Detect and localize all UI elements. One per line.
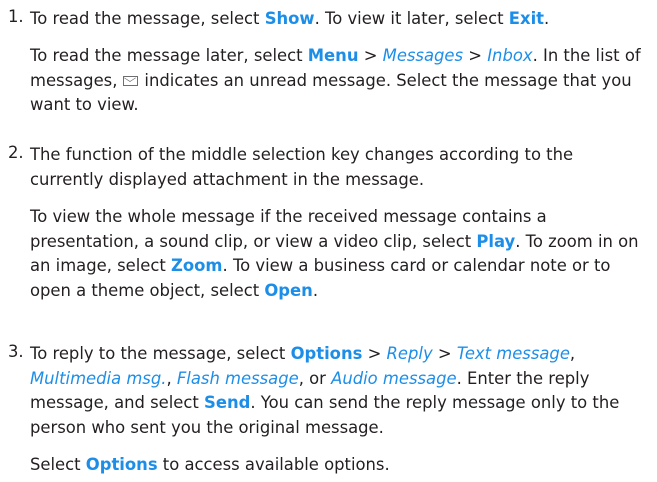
step-number: 3. bbox=[8, 342, 24, 361]
menu-path-audio: Audio message bbox=[331, 368, 457, 388]
manual-page: 1. To read the message, select Show. To … bbox=[0, 0, 657, 482]
step-number: 1. bbox=[8, 7, 24, 26]
menu-path-reply: Reply bbox=[386, 344, 433, 363]
softkey-menu: Menu bbox=[307, 46, 359, 65]
softkey-zoom: Zoom bbox=[171, 256, 223, 276]
step-number: 2. bbox=[8, 143, 24, 162]
menu-path-inbox: Inbox bbox=[487, 46, 533, 65]
menu-path-multimedia: Multimedia msg. bbox=[30, 368, 167, 388]
softkey-open: Open bbox=[264, 280, 313, 300]
menu-path-messages: Messages bbox=[382, 46, 464, 65]
unread-envelope-icon bbox=[123, 75, 139, 86]
menu-path-text-message: Text message bbox=[456, 344, 570, 363]
softkey-options: Options bbox=[290, 344, 363, 363]
softkey-exit: Exit bbox=[508, 9, 545, 28]
step-3-detail: Select Options to access available optio… bbox=[30, 455, 390, 474]
step-1-instruction: To read the message, select Show. To vie… bbox=[30, 9, 550, 28]
step-2-instruction: The function of the middle selection key… bbox=[30, 145, 574, 189]
softkey-play: Play bbox=[476, 231, 516, 251]
softkey-show: Show bbox=[264, 9, 315, 28]
step-2-detail: To view the whole message if the receive… bbox=[30, 207, 639, 300]
step-3-instruction: To reply to the message, select Options … bbox=[30, 344, 620, 437]
softkey-options: Options bbox=[85, 455, 158, 474]
step-1-detail: To read the message later, select Menu >… bbox=[30, 46, 641, 115]
menu-path-flash: Flash message bbox=[176, 368, 299, 388]
softkey-send: Send bbox=[204, 393, 251, 413]
